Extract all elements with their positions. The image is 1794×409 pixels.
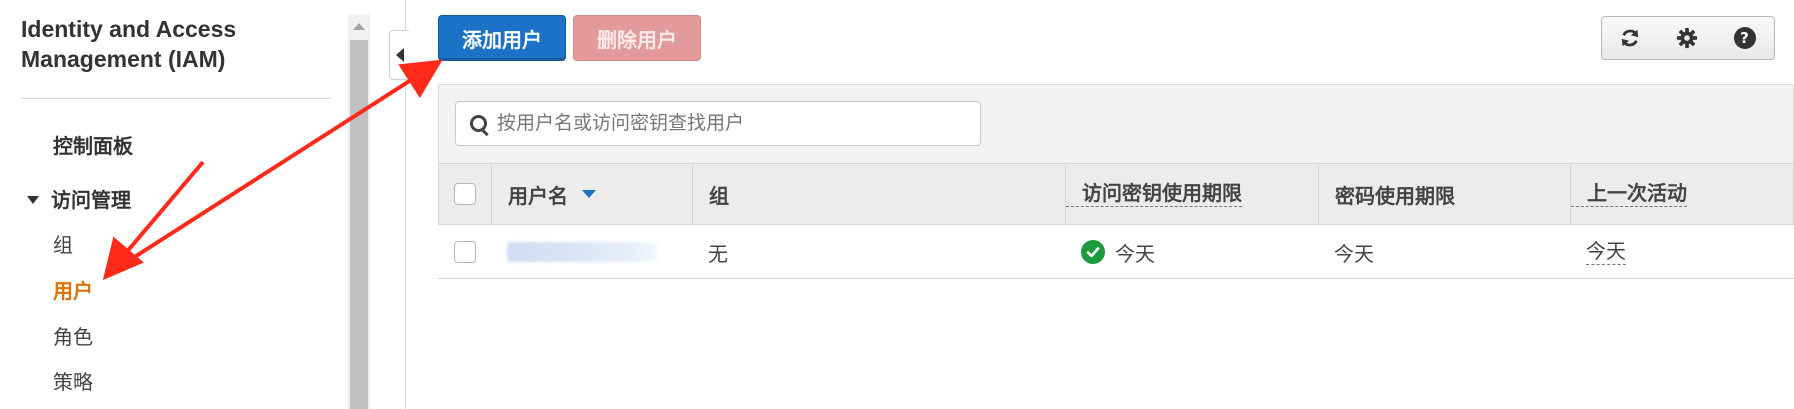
last-activity-cell: 今天 bbox=[1570, 225, 1794, 279]
refresh-icon bbox=[1621, 29, 1639, 47]
sidebar-item-groups[interactable]: 组 bbox=[53, 233, 393, 259]
delete-user-button[interactable]: 删除用户 bbox=[573, 15, 701, 61]
filter-bar bbox=[438, 84, 1794, 164]
search-input[interactable] bbox=[497, 112, 967, 135]
check-circle-icon bbox=[1081, 240, 1105, 264]
column-label: 组 bbox=[709, 185, 729, 208]
settings-button[interactable] bbox=[1658, 16, 1716, 60]
column-header-last-activity[interactable]: 上一次活动 bbox=[1571, 164, 1794, 224]
sidebar-section-label: 访问管理 bbox=[51, 190, 131, 212]
search-icon bbox=[469, 114, 489, 134]
groups-cell: 无 bbox=[708, 243, 728, 266]
add-user-button[interactable]: 添加用户 bbox=[438, 15, 566, 61]
access-key-age-value: 今天 bbox=[1115, 243, 1155, 266]
table-row[interactable]: 无 今天 今天 今天 bbox=[438, 225, 1794, 279]
last-activity-value: 今天 bbox=[1586, 240, 1626, 265]
sidebar-divider bbox=[21, 98, 331, 99]
sidebar-section-access-management[interactable]: 访问管理 bbox=[27, 188, 367, 214]
column-header-password-age[interactable]: 密码使用期限 bbox=[1319, 164, 1571, 224]
help-button[interactable]: ? bbox=[1715, 16, 1775, 60]
scrollbar-thumb[interactable] bbox=[350, 40, 368, 409]
caret-down-icon bbox=[27, 196, 39, 204]
column-label: 用户名 bbox=[508, 185, 568, 208]
refresh-button[interactable] bbox=[1601, 16, 1659, 60]
sidebar-scrollbar[interactable] bbox=[348, 14, 370, 409]
collapse-sidebar-button[interactable] bbox=[389, 30, 409, 80]
search-box[interactable] bbox=[455, 101, 981, 146]
username-cell[interactable] bbox=[491, 225, 692, 279]
sidebar-item-policies[interactable]: 策略 bbox=[53, 370, 393, 396]
column-header-username[interactable]: 用户名 bbox=[492, 164, 693, 224]
column-label: 密码使用期限 bbox=[1335, 185, 1455, 208]
select-all-checkbox[interactable] bbox=[454, 183, 476, 205]
sort-desc-icon[interactable] bbox=[582, 190, 596, 198]
service-title: Identity and Access Management (IAM) bbox=[21, 16, 237, 72]
sidebar: Identity and Access Management (IAM) 控制面… bbox=[0, 0, 350, 409]
column-label: 上一次活动 bbox=[1571, 182, 1687, 207]
gear-icon bbox=[1676, 27, 1697, 49]
caret-left-icon bbox=[395, 48, 404, 62]
sidebar-item-users[interactable]: 用户 bbox=[53, 279, 393, 305]
select-all-cell bbox=[439, 164, 492, 224]
scroll-up-arrow-icon[interactable] bbox=[348, 14, 370, 38]
sidebar-item-roles[interactable]: 角色 bbox=[53, 325, 393, 351]
row-select-cell bbox=[438, 225, 491, 279]
column-header-access-key-age[interactable]: 访问密钥使用期限 bbox=[1066, 164, 1319, 224]
access-key-age-cell: 今天 bbox=[1065, 225, 1318, 279]
users-table-header: 用户名 组 访问密钥使用期限 密码使用期限 上一次活动 bbox=[438, 163, 1794, 225]
redacted-username-link[interactable] bbox=[507, 242, 657, 262]
column-label: 访问密钥使用期限 bbox=[1066, 182, 1242, 207]
column-header-groups[interactable]: 组 bbox=[693, 164, 1066, 224]
row-checkbox[interactable] bbox=[453, 241, 476, 263]
help-icon: ? bbox=[1733, 27, 1756, 49]
sidebar-item-dashboard[interactable]: 控制面板 bbox=[53, 134, 393, 160]
password-age-cell: 今天 bbox=[1334, 243, 1374, 266]
